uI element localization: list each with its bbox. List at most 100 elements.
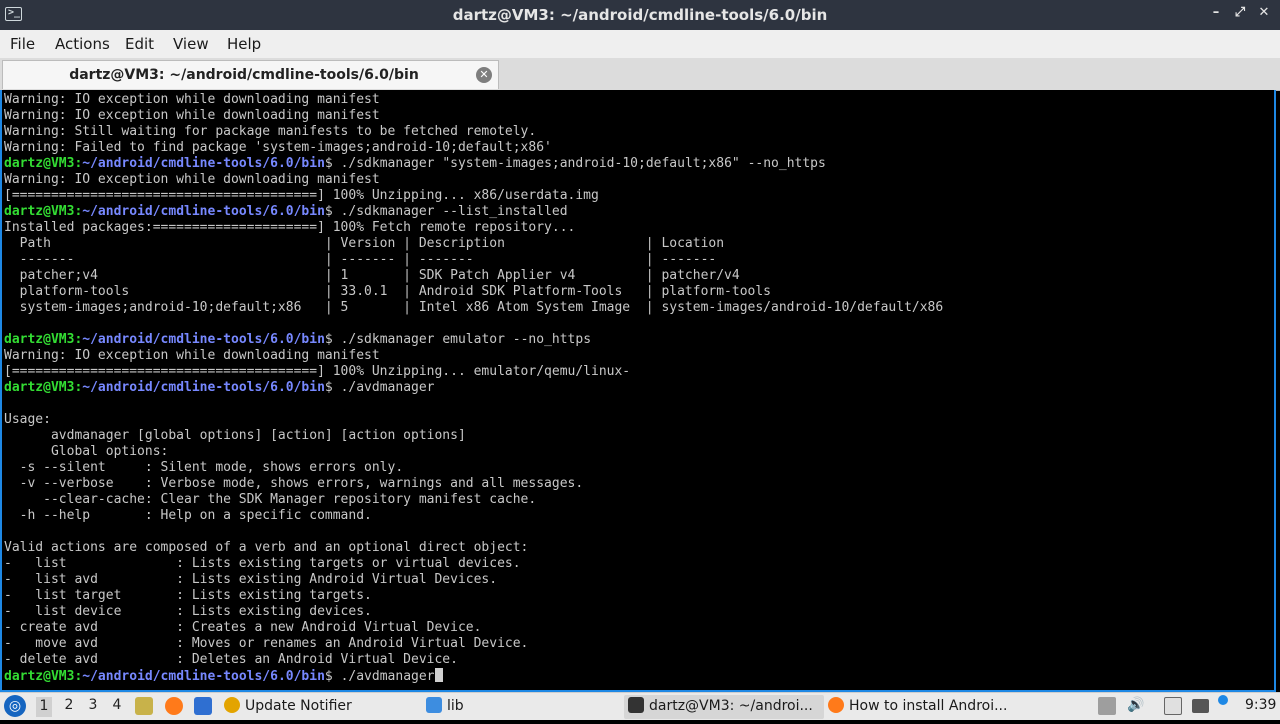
terminal-line: - list device : Lists existing devices. (4, 604, 943, 620)
output-text: [=======================================… (4, 188, 599, 203)
prompt-user: dartz@VM3: (4, 332, 83, 347)
task-label: Update Notifier (245, 698, 352, 714)
output-text: Warning: IO exception while downloading … (4, 108, 380, 123)
prompt-path: ~/android/cmdline-tools/6.0/bin (82, 669, 325, 684)
desktop-icon[interactable] (194, 697, 212, 715)
prompt-dollar: $ (324, 156, 341, 171)
menu-view[interactable]: View (173, 35, 209, 53)
terminal-line: Warning: IO exception while downloading … (4, 92, 943, 108)
output-text: avdmanager [global options] [action] [ac… (4, 428, 466, 443)
command-text: ./avdmanager (340, 669, 435, 684)
terminal-line: Global options: (4, 444, 943, 460)
start-menu-icon[interactable]: ◎ (4, 695, 26, 717)
command-text: ./sdkmanager "system-images;android-10;d… (340, 156, 826, 171)
terminal-line: -s --silent : Silent mode, shows errors … (4, 460, 943, 476)
output-text: Installed packages:=====================… (4, 220, 576, 235)
window-controls: – ⤢ ✕ (1210, 5, 1270, 20)
firefox-icon[interactable] (165, 697, 183, 715)
menu-edit[interactable]: Edit (125, 35, 154, 53)
tab-close-icon[interactable]: ✕ (476, 67, 492, 83)
taskbar: ◎ 1 2 3 4 Update Notifier lib dartz@VM3:… (0, 692, 1280, 720)
output-text: platform-tools | 33.0.1 | Android SDK Pl… (4, 284, 772, 299)
notes-icon[interactable] (135, 697, 153, 715)
text-cursor (434, 668, 443, 682)
menu-bar: File Actions Edit View Help (0, 30, 1280, 59)
update-icon[interactable] (1218, 695, 1228, 705)
command-text: ./sdkmanager --list_installed (340, 204, 568, 219)
output-text: -v --verbose : Verbose mode, shows error… (4, 476, 584, 491)
update-notifier-icon (224, 697, 240, 713)
terminal-line: Warning: IO exception while downloading … (4, 172, 943, 188)
output-text: Valid actions are composed of a verb and… (4, 540, 529, 555)
trash-icon[interactable] (1098, 697, 1116, 715)
menu-help[interactable]: Help (227, 35, 261, 53)
prompt-path: ~/android/cmdline-tools/6.0/bin (82, 156, 325, 171)
firefox-icon (828, 697, 844, 713)
terminal-line: - create avd : Creates a new Android Vir… (4, 620, 943, 636)
task-update-notifier[interactable]: Update Notifier (224, 695, 414, 719)
output-text: Warning: IO exception while downloading … (4, 348, 380, 363)
output-text: Path | Version | Description | Location (4, 236, 725, 251)
terminal-line: Valid actions are composed of a verb and… (4, 540, 943, 556)
terminal-line: - list : Lists existing targets or virtu… (4, 556, 943, 572)
prompt-user: dartz@VM3: (4, 156, 83, 171)
output-text: --clear-cache: Clear the SDK Manager rep… (4, 492, 537, 507)
output-text: [=======================================… (4, 364, 631, 379)
close-icon[interactable]: ✕ (1258, 5, 1270, 20)
window-titlebar[interactable]: >_ dartz@VM3: ~/android/cmdline-tools/6.… (0, 0, 1280, 30)
task-label: lib (447, 698, 464, 714)
output-text: - list : Lists existing targets or virtu… (4, 556, 521, 571)
prompt-user: dartz@VM3: (4, 380, 83, 395)
workspace-1[interactable]: 1 (36, 697, 52, 717)
output-text: - list avd : Lists existing Android Virt… (4, 572, 498, 587)
prompt-path: ~/android/cmdline-tools/6.0/bin (82, 204, 325, 219)
prompt-user: dartz@VM3: (4, 669, 83, 684)
prompt-user: dartz@VM3: (4, 204, 83, 219)
output-text: -s --silent : Silent mode, shows errors … (4, 460, 404, 475)
output-text: Warning: Still waiting for package manif… (4, 124, 537, 139)
prompt-dollar: $ (324, 204, 341, 219)
terminal-line: Path | Version | Description | Location (4, 236, 943, 252)
terminal-line: ------- | ------- | ------- | ------- (4, 252, 943, 268)
terminal-line: Usage: (4, 412, 943, 428)
output-text: Warning: Failed to find package 'system-… (4, 140, 552, 155)
output-text: - move avd : Moves or renames an Android… (4, 636, 529, 651)
prompt-path: ~/android/cmdline-tools/6.0/bin (82, 380, 325, 395)
terminal-output: Warning: IO exception while downloading … (4, 92, 943, 684)
output-text: -h --help : Help on a specific command. (4, 508, 372, 523)
terminal-line: patcher;v4 | 1 | SDK Patch Applier v4 | … (4, 268, 943, 284)
prompt-dollar: $ (324, 380, 341, 395)
terminal-line: platform-tools | 33.0.1 | Android SDK Pl… (4, 284, 943, 300)
prompt-dollar: $ (324, 669, 341, 684)
terminal-line: [=======================================… (4, 364, 943, 380)
terminal-line: [=======================================… (4, 188, 943, 204)
output-text: patcher;v4 | 1 | SDK Patch Applier v4 | … (4, 268, 740, 283)
command-text: ./avdmanager (340, 380, 435, 395)
terminal-line: Warning: IO exception while downloading … (4, 348, 943, 364)
task-firefox[interactable]: How to install Androi... (828, 695, 1028, 719)
volume-icon[interactable]: 🔊 (1127, 697, 1145, 715)
menu-file[interactable]: File (10, 35, 35, 53)
output-text: system-images;android-10;default;x86 | 5… (4, 300, 944, 315)
terminal-line: system-images;android-10;default;x86 | 5… (4, 300, 944, 316)
terminal-view[interactable]: Warning: IO exception while downloading … (0, 90, 1276, 692)
maximize-icon[interactable]: ⤢ (1234, 5, 1246, 20)
tab-bar: dartz@VM3: ~/android/cmdline-tools/6.0/b… (0, 58, 1280, 91)
task-lib[interactable]: lib (426, 695, 611, 719)
clipboard-icon[interactable] (1164, 697, 1182, 715)
terminal-tab[interactable]: dartz@VM3: ~/android/cmdline-tools/6.0/b… (2, 60, 499, 89)
menu-actions[interactable]: Actions (55, 35, 110, 53)
output-text: Global options: (4, 444, 169, 459)
network-icon[interactable] (1192, 699, 1209, 713)
terminal-line: Installed packages:=====================… (4, 220, 943, 236)
terminal-line: Warning: IO exception while downloading … (4, 108, 943, 124)
terminal-line: -v --verbose : Verbose mode, shows error… (4, 476, 943, 492)
terminal-line: Warning: Still waiting for package manif… (4, 124, 943, 140)
minimize-icon[interactable]: – (1210, 5, 1222, 20)
terminal-line: -h --help : Help on a specific command. (4, 508, 943, 524)
task-terminal[interactable]: dartz@VM3: ~/androi... (624, 695, 824, 719)
output-text: - list device : Lists existing devices. (4, 604, 372, 619)
